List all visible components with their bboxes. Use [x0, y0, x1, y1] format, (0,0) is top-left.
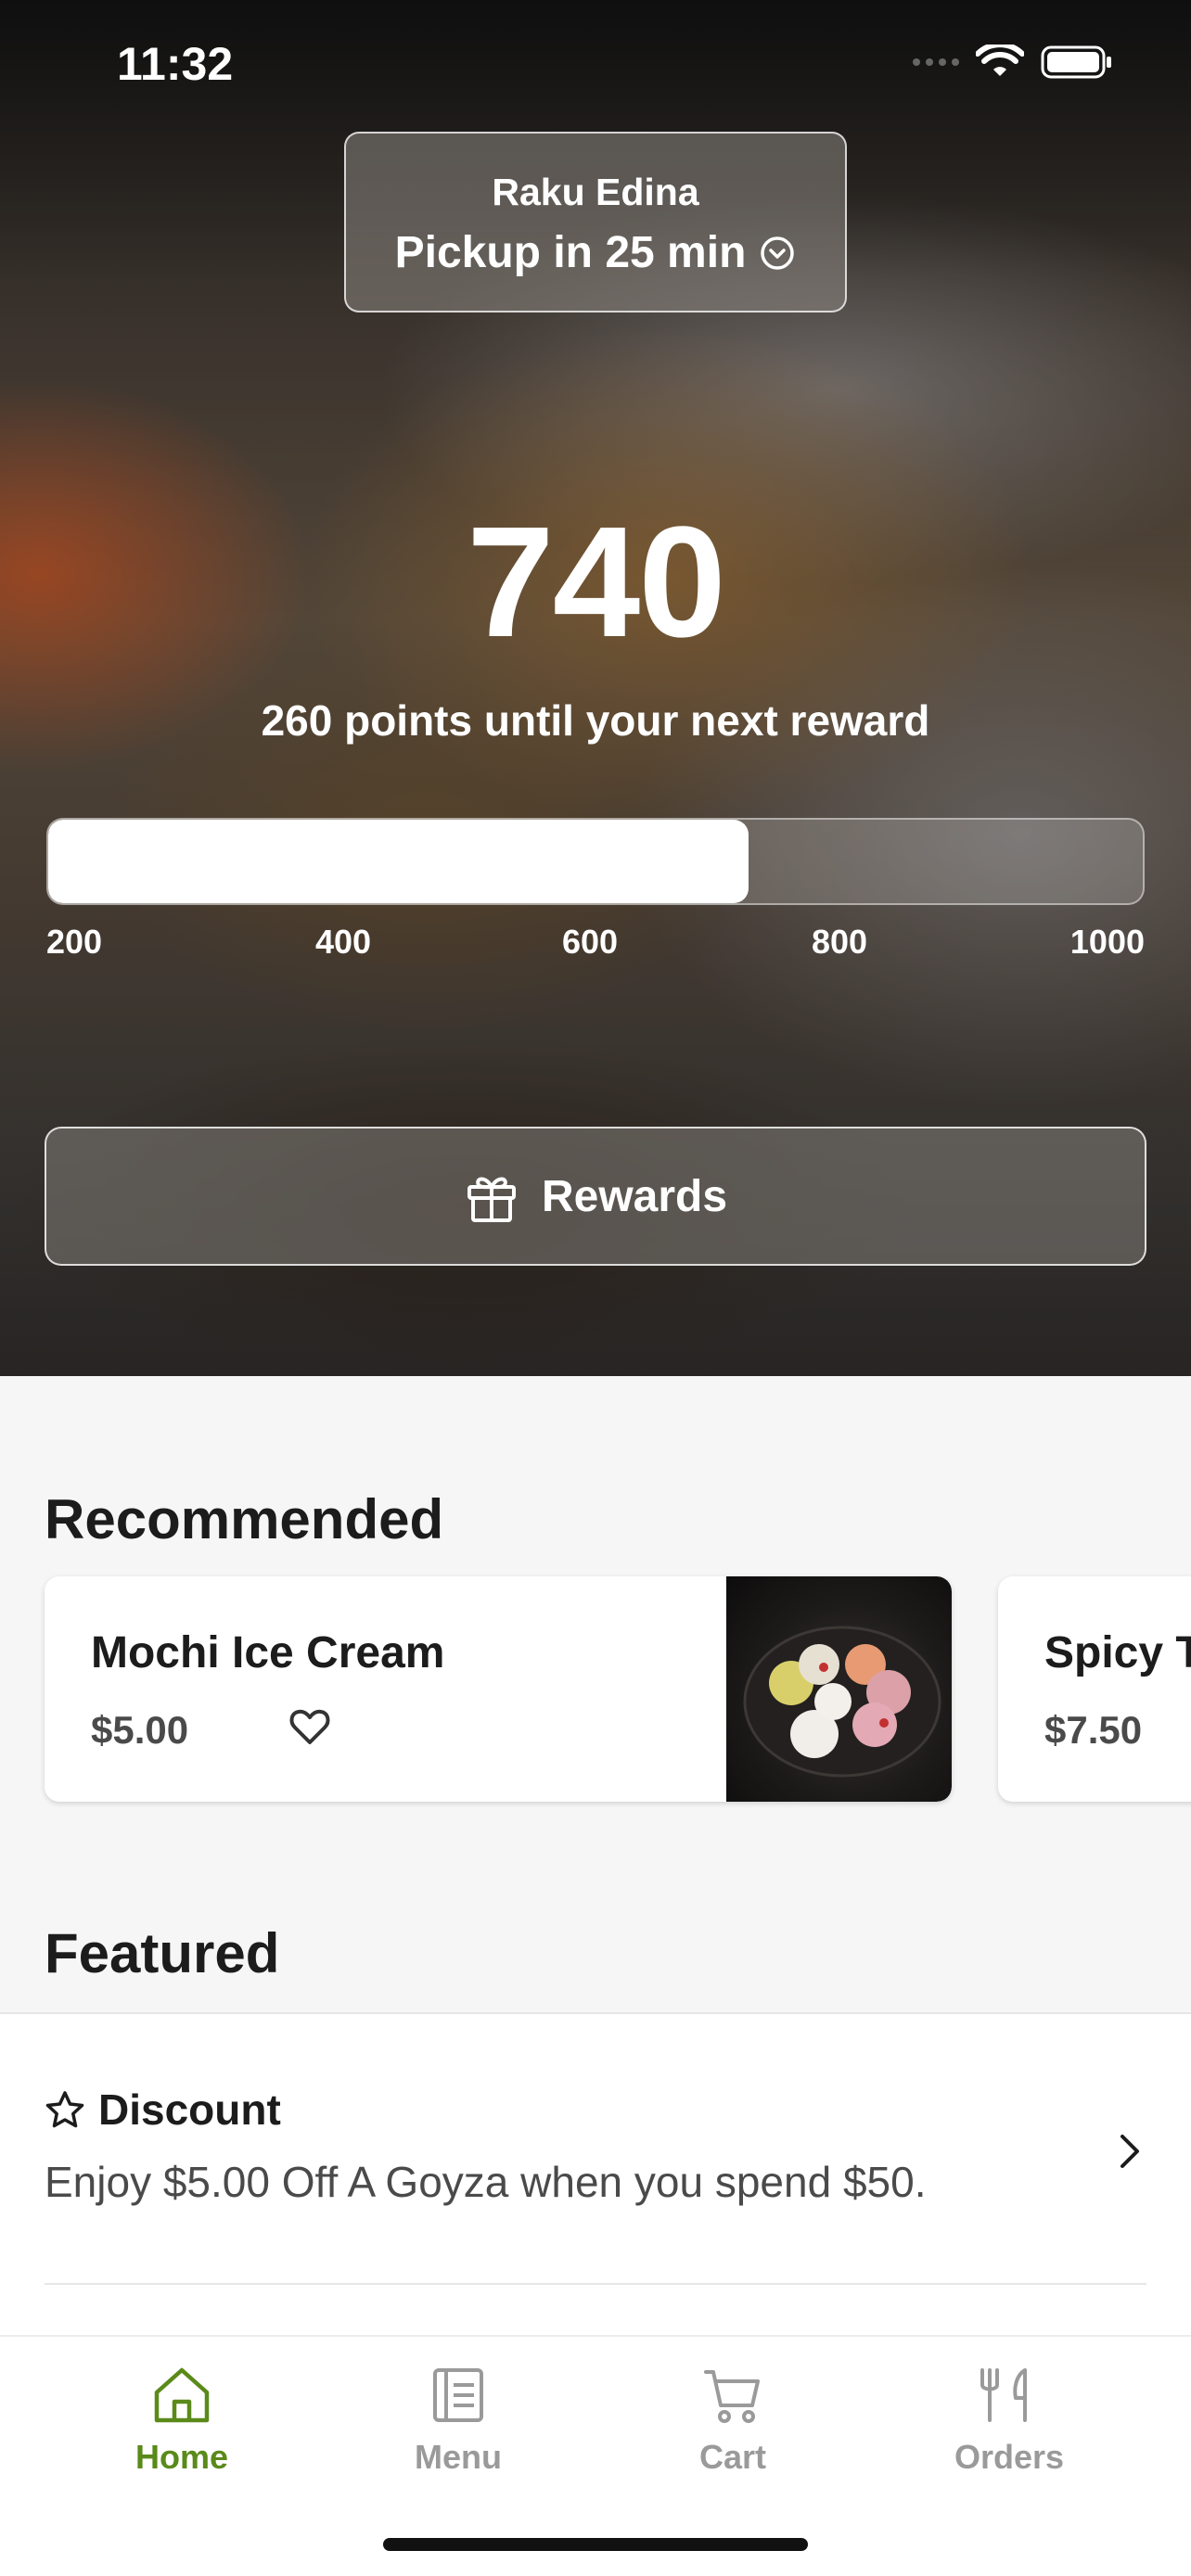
cellular-signal-icon: [913, 58, 959, 66]
heart-icon[interactable]: [288, 1704, 332, 1749]
scale-label: 200: [46, 923, 103, 961]
tab-menu[interactable]: Menu: [356, 2365, 560, 2477]
points-progress-bar: [46, 818, 1145, 905]
featured-item-description: Enjoy $5.00 Off A Goyza when you spend $…: [45, 2158, 927, 2206]
tab-cart[interactable]: Cart: [631, 2365, 835, 2477]
points-subtitle: 260 points until your next reward: [261, 696, 930, 745]
menu-icon: [433, 2368, 483, 2422]
recommended-title: Recommended: [45, 1488, 444, 1550]
featured-item[interactable]: Discount Enjoy $5.00 Off A Goyza when yo…: [0, 2012, 1191, 2337]
points-progress-fill: [48, 820, 749, 903]
store-selector[interactable]: Raku Edina Pickup in 25 min: [344, 132, 847, 312]
cart-icon: [704, 2370, 760, 2423]
tab-home[interactable]: Home: [80, 2365, 284, 2477]
scale-label: 1000: [1069, 923, 1145, 961]
divider: [45, 2283, 1146, 2285]
gift-icon: [467, 1177, 516, 1222]
recommended-card[interactable]: Mochi Ice Cream $5.00: [45, 1576, 952, 1802]
scale-label: 600: [562, 923, 619, 961]
featured-title: Featured: [45, 1922, 280, 1984]
item-price: $5.00: [91, 1708, 189, 1752]
tab-label: Orders: [954, 2438, 1065, 2476]
chevron-down-circle-icon: [761, 236, 795, 270]
scale-label: 800: [812, 923, 868, 961]
home-indicator: [383, 2538, 808, 2551]
item-price: $7.50: [1044, 1708, 1143, 1752]
tab-label: Home: [134, 2438, 229, 2476]
home-icon: [154, 2367, 210, 2423]
tab-label: Cart: [698, 2438, 767, 2476]
battery-icon: [1041, 45, 1111, 79]
pickup-time: Pickup in 25 min: [394, 228, 747, 277]
points-balance: 740: [467, 494, 726, 670]
scale-label: 400: [315, 923, 372, 961]
orders-icon: [980, 2368, 1027, 2422]
item-name: Spicy T: [1044, 1628, 1191, 1677]
hero-banner: 11:32 Raku Edina Pickup in 25 min 740 26…: [0, 0, 1191, 1376]
rewards-button-label: Rewards: [541, 1171, 728, 1221]
tab-label: Menu: [415, 2438, 502, 2476]
rewards-button[interactable]: Rewards: [45, 1127, 1146, 1266]
status-icons: [913, 45, 1113, 80]
star-icon: [45, 2091, 84, 2128]
tab-orders[interactable]: Orders: [907, 2365, 1111, 2477]
wifi-icon: [976, 45, 1024, 76]
item-name: Mochi Ice Cream: [91, 1628, 445, 1677]
recommended-card[interactable]: Spicy T $7.50: [998, 1576, 1191, 1802]
featured-item-title: Discount: [98, 2085, 281, 2134]
store-name: Raku Edina: [492, 171, 699, 213]
item-thumbnail: [726, 1576, 952, 1802]
status-time: 11:32: [117, 38, 234, 90]
chevron-right-icon: [1121, 2135, 1139, 2168]
